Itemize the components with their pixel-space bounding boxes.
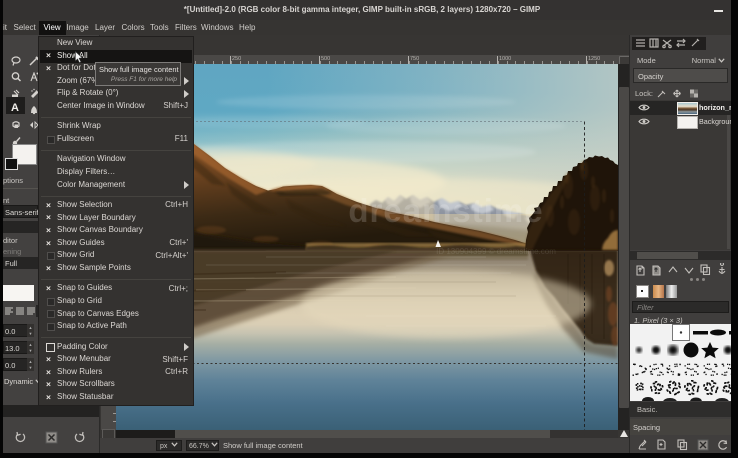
- svg-text:A: A: [11, 102, 19, 112]
- svg-text:dreamstime: dreamstime: [348, 192, 543, 229]
- svg-text:ID 130904399 © dreamstime.com: ID 130904399 © dreamstime.com: [436, 247, 556, 256]
